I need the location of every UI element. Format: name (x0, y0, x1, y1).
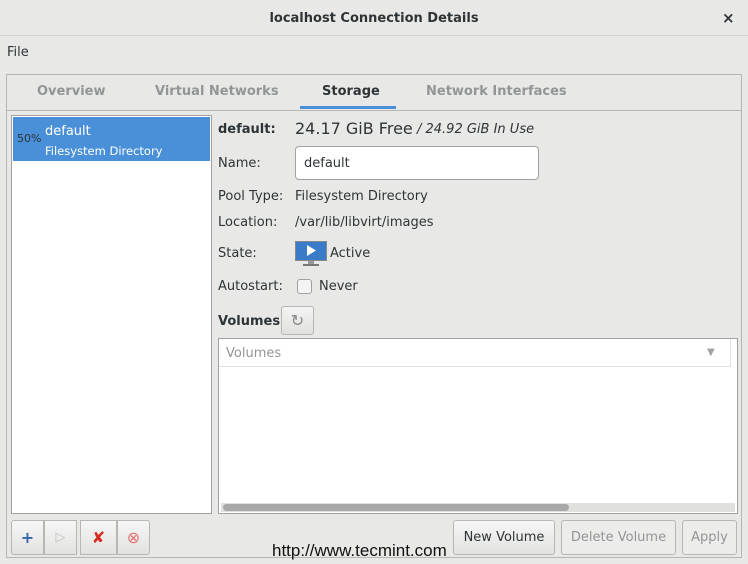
add-pool-button[interactable]: + (11, 520, 44, 555)
pool-header-label: default: (218, 122, 276, 137)
location-value: /var/lib/libvirt/images (295, 215, 434, 230)
window-title: localhost Connection Details (269, 11, 479, 26)
volumes-table[interactable]: Volumes ▼ (218, 338, 738, 514)
tab-divider (7, 110, 741, 111)
column-header-volumes[interactable]: Volumes ▼ (219, 339, 731, 367)
pool-type-value: Filesystem Directory (295, 189, 428, 204)
name-input[interactable] (295, 146, 539, 180)
play-icon: ▷ (55, 530, 66, 545)
pool-in-use: / 24.92 GiB In Use (417, 122, 535, 137)
tab-overview[interactable]: Overview (37, 84, 106, 99)
active-tab-indicator (300, 106, 396, 109)
new-volume-button[interactable]: New Volume (453, 520, 555, 555)
autostart-checkbox[interactable] (297, 279, 312, 294)
name-label: Name: (218, 156, 261, 171)
tab-storage[interactable]: Storage (322, 84, 380, 99)
pool-free: 24.17 GiB Free (295, 119, 413, 138)
delete-volume-button[interactable]: Delete Volume (561, 520, 676, 555)
state-label: State: (218, 246, 257, 261)
plus-icon: + (20, 528, 35, 547)
sort-arrow-icon: ▼ (707, 347, 715, 358)
pool-list-item[interactable]: 50% default Filesystem Directory (13, 117, 210, 161)
stop-icon: ⊗ (126, 528, 141, 547)
column-header-label: Volumes (226, 346, 282, 361)
state-value: Active (330, 246, 371, 261)
pool-usage: 50% (17, 132, 42, 145)
monitor-play-icon (295, 241, 327, 266)
autostart-label: Autostart: (218, 279, 283, 294)
tab-virtual-networks[interactable]: Virtual Networks (155, 84, 279, 99)
location-label: Location: (218, 215, 278, 230)
tab-network-interfaces[interactable]: Network Interfaces (426, 84, 567, 99)
delete-pool-button[interactable]: ✘ (80, 520, 117, 555)
pool-name: default (45, 124, 91, 139)
apply-button[interactable]: Apply (682, 520, 737, 555)
stop-pool-button[interactable]: ⊗ (117, 520, 150, 555)
watermark: http://www.tecmint.com (272, 541, 447, 560)
volumes-label: Volumes (218, 314, 281, 329)
autostart-value: Never (319, 279, 358, 294)
close-icon[interactable]: × (722, 9, 735, 27)
scrollbar-thumb[interactable] (223, 504, 569, 511)
refresh-icon[interactable]: ↻ (281, 306, 314, 335)
pool-type: Filesystem Directory (45, 144, 163, 158)
horizontal-scrollbar[interactable] (221, 503, 735, 512)
delete-x-icon: ✘ (91, 528, 106, 547)
pool-type-label: Pool Type: (218, 189, 284, 204)
menu-file[interactable]: File (7, 45, 29, 60)
menu-bar: File (0, 36, 748, 70)
start-pool-button[interactable]: ▷ (44, 520, 77, 555)
storage-pool-list[interactable]: 50% default Filesystem Directory (11, 115, 212, 514)
